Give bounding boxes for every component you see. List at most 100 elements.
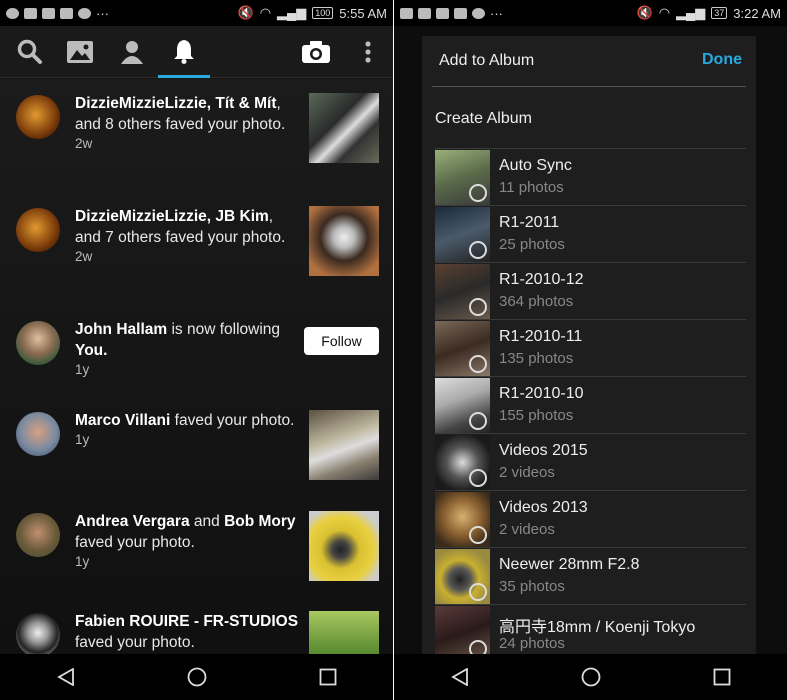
camera-icon — [302, 41, 330, 63]
avatar — [16, 513, 60, 557]
album-row[interactable]: R1-2010-11 135 photos — [435, 319, 746, 376]
feed-item-text: DizzieMizzieLizzie, JB Kim, and 7 others… — [75, 206, 300, 266]
select-circle-icon[interactable] — [469, 640, 487, 654]
avatar — [16, 412, 60, 456]
select-circle-icon[interactable] — [469, 184, 487, 202]
clock: 5:55 AM — [339, 5, 387, 21]
album-thumbnail — [435, 492, 490, 547]
album-name: 高円寺18mm / Koenji Tokyo — [499, 619, 696, 636]
mail-icon — [418, 7, 431, 19]
follow-button[interactable]: Follow — [304, 327, 379, 355]
album-row[interactable]: Videos 2015 2 videos — [435, 433, 746, 490]
hangouts-icon — [60, 7, 73, 19]
feed-item-time: 1y — [75, 432, 90, 447]
album-name: Auto Sync — [499, 157, 572, 174]
album-count: 155 photos — [499, 407, 574, 424]
album-thumbnail — [435, 378, 490, 433]
album-row[interactable]: Neewer 28mm F2.8 35 photos — [435, 547, 746, 604]
person-icon — [400, 7, 413, 19]
back-button[interactable] — [46, 657, 86, 697]
recents-button[interactable] — [702, 657, 742, 697]
search-tab[interactable] — [4, 26, 56, 78]
album-count: 2 videos — [499, 464, 555, 481]
overflow-menu-button[interactable] — [342, 26, 393, 78]
avatar — [16, 95, 60, 139]
album-row[interactable]: Auto Sync 11 photos — [435, 148, 746, 205]
recents-button[interactable] — [308, 657, 348, 697]
album-row[interactable]: 高円寺18mm / Koenji Tokyo 24 photos — [435, 604, 746, 654]
battery-indicator: 37 — [711, 7, 728, 19]
photos-icon — [67, 41, 93, 63]
system-nav-bar — [0, 654, 393, 700]
signal-icon: ▂▄▆ — [676, 5, 706, 20]
status-bar: ··· 🔇 ◠ ▂▄▆ 37 3:22 AM — [394, 0, 787, 26]
album-name: Videos 2015 — [499, 442, 588, 459]
select-circle-icon[interactable] — [469, 583, 487, 601]
done-button[interactable]: Done — [702, 51, 742, 69]
feed-item[interactable]: Andrea Vergara and Bob Mory faved your p… — [0, 511, 393, 623]
album-row[interactable]: R1-2011 25 photos — [435, 205, 746, 262]
album-count: 135 photos — [499, 350, 574, 367]
create-album-button[interactable]: Create Album — [435, 110, 532, 128]
album-thumbnail — [435, 150, 490, 205]
album-count: 35 photos — [499, 578, 565, 595]
album-count: 24 photos — [499, 635, 565, 652]
feed-item[interactable]: DizzieMizzieLizzie, JB Kim, and 7 others… — [0, 206, 393, 318]
status-bar: ··· 🔇 ◠ ▂▄▆ 100 5:55 AM — [0, 0, 393, 26]
album-row[interactable]: R1-2010-12 364 photos — [435, 262, 746, 319]
gmail-icon — [42, 7, 55, 19]
left-phone-screen: ··· 🔇 ◠ ▂▄▆ 100 5:55 AM DizzieMizzieLizz… — [0, 0, 393, 700]
divider — [432, 86, 746, 87]
notifications-tab[interactable] — [158, 26, 210, 78]
back-icon — [450, 668, 468, 686]
album-count: 364 photos — [499, 293, 574, 310]
avatar — [16, 208, 60, 252]
album-row[interactable]: Videos 2013 2 videos — [435, 490, 746, 547]
home-icon — [581, 667, 600, 687]
mail-icon — [24, 7, 37, 19]
photos-tab[interactable] — [54, 26, 106, 78]
home-button[interactable] — [177, 657, 217, 697]
chrome-icon — [6, 7, 19, 19]
dialog-header: Add to Album Done — [422, 36, 756, 86]
photo-thumbnail[interactable] — [309, 93, 379, 163]
feed-item[interactable]: Marco Villani faved your photo. 1y — [0, 410, 393, 522]
feed-item-time: 1y — [75, 554, 90, 569]
album-name: Neewer 28mm F2.8 — [499, 556, 640, 573]
home-button[interactable] — [571, 657, 611, 697]
album-row[interactable]: R1-2010-10 155 photos — [435, 376, 746, 433]
more-notifications-icon: ··· — [490, 5, 503, 21]
photo-thumbnail[interactable] — [309, 611, 379, 654]
photo-thumbnail[interactable] — [309, 511, 379, 581]
add-to-album-dialog: Add to Album Done Create Album Auto Sync… — [422, 36, 756, 654]
photo-thumbnail[interactable] — [309, 410, 379, 480]
right-phone-screen: ··· 🔇 ◠ ▂▄▆ 37 3:22 AM Add to Album Done… — [394, 0, 787, 700]
recents-icon — [319, 668, 336, 686]
album-name: Videos 2013 — [499, 499, 588, 516]
feed-item-text: Andrea Vergara and Bob Mory faved your p… — [75, 511, 300, 571]
select-circle-icon[interactable] — [469, 355, 487, 373]
signal-icon: ▂▄▆ — [277, 5, 307, 20]
select-circle-icon[interactable] — [469, 241, 487, 259]
camera-button[interactable] — [290, 26, 342, 78]
contacts-tab[interactable] — [106, 26, 158, 78]
wifi-icon: ◠ — [259, 5, 272, 20]
select-circle-icon[interactable] — [469, 526, 487, 544]
recents-icon — [713, 668, 730, 686]
photo-thumbnail[interactable] — [309, 206, 379, 276]
album-thumbnail — [435, 207, 490, 262]
feed-item[interactable]: Fabien ROUIRE - FR-STUDIOS faved your ph… — [0, 611, 393, 654]
avatar — [16, 613, 60, 654]
select-circle-icon[interactable] — [469, 298, 487, 316]
chrome-icon-2 — [78, 7, 91, 19]
back-button[interactable] — [440, 657, 480, 697]
select-circle-icon[interactable] — [469, 412, 487, 430]
battery-indicator: 100 — [312, 7, 334, 19]
notifications-icon — [174, 39, 194, 64]
album-name: R1-2010-11 — [499, 328, 583, 345]
feed-item[interactable]: DizzieMizzieLizzie, Tít & Mít, and 8 oth… — [0, 93, 393, 205]
wifi-icon: ◠ — [658, 5, 671, 20]
feed-item-text: DizzieMizzieLizzie, Tít & Mít, and 8 oth… — [75, 93, 300, 153]
select-circle-icon[interactable] — [469, 469, 487, 487]
activity-feed: DizzieMizzieLizzie, Tít & Mít, and 8 oth… — [0, 79, 393, 654]
